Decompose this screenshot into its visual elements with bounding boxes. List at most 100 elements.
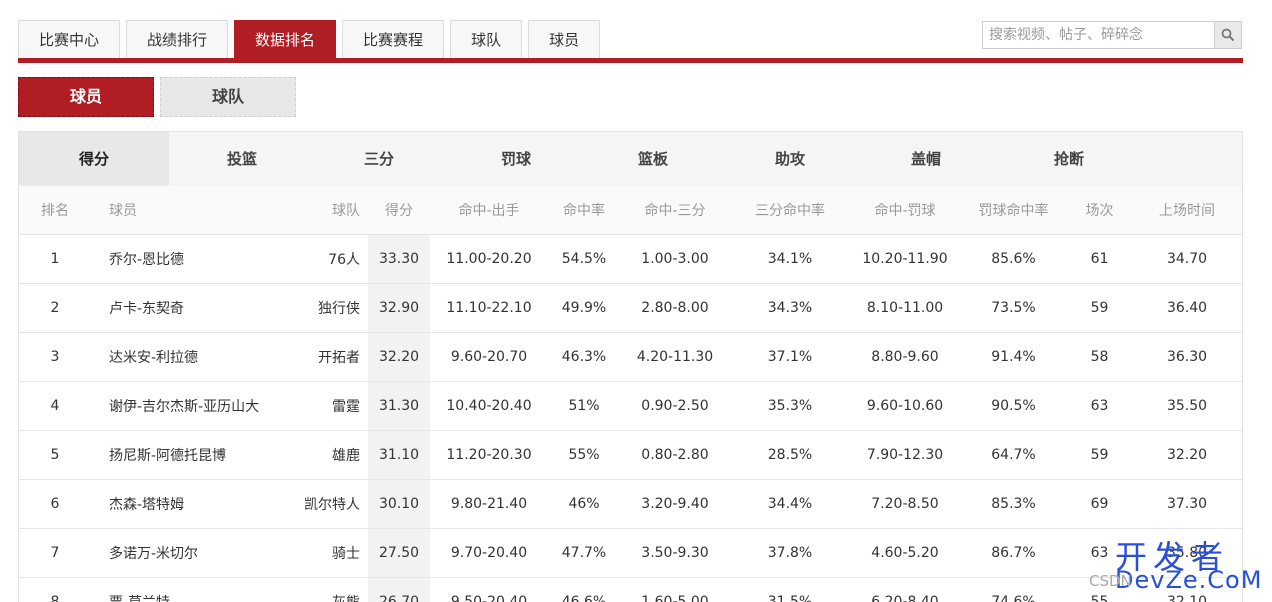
cell-three-pct: 34.1% bbox=[730, 234, 850, 284]
cell-games: 69 bbox=[1067, 479, 1132, 529]
cell-player[interactable]: 乔尔-恩比德 bbox=[91, 234, 286, 284]
cell-team: 骑士 bbox=[286, 528, 368, 578]
category-tab-rebounds[interactable]: 篮板 bbox=[589, 132, 717, 186]
cell-rank: 8 bbox=[19, 577, 91, 602]
cell-minutes: 32.10 bbox=[1132, 577, 1242, 602]
cell-three: 1.00-3.00 bbox=[620, 234, 730, 284]
table-row[interactable]: 8贾-莫兰特灰熊26.709.50-20.4046.6%1.60-5.0031.… bbox=[19, 577, 1242, 602]
search-box bbox=[982, 21, 1242, 49]
sub-tabs: 球员 球队 bbox=[18, 77, 296, 117]
table-row[interactable]: 6 杰森-塔特姆 凯尔特人 30.10 9.80-21.40 46% 3.20-9.40 34… bbox=[19, 479, 1242, 529]
search-input[interactable] bbox=[983, 22, 1214, 48]
header-ft-pct[interactable]: 罚球命中率 bbox=[960, 186, 1067, 235]
tab-schedule[interactable]: 比赛赛程 bbox=[342, 20, 445, 58]
table-row[interactable]: 5 扬尼斯-阿德托昆博 雄鹿 31.10 11.20-20.30 55% 0.80-2.80… bbox=[19, 430, 1242, 480]
table-row[interactable]: 7 多诺万-米切尔 骑士 27.50 9.70-20.40 47.7% 3.50-9.30 3… bbox=[19, 528, 1242, 578]
table-body: 1 乔尔-恩比德 76人 33.30 11.00-20.20 54.5% 1.00-3.00… bbox=[19, 234, 1242, 602]
header-3p-pct[interactable]: 三分命中率 bbox=[730, 186, 850, 235]
cell-player[interactable]: 卢卡-东契奇 bbox=[91, 283, 286, 333]
cell-points: 30.10 bbox=[368, 479, 430, 529]
cell-minutes: 34.70 bbox=[1132, 234, 1242, 284]
cell-ft-pct: 73.5% bbox=[960, 283, 1067, 333]
cell-ft-pct: 85.3% bbox=[960, 479, 1067, 529]
table-row[interactable]: 3 达米安-利拉德 开拓者 32.20 9.60-20.70 46.3% 4.20-11.3… bbox=[19, 332, 1242, 382]
cell-ft: 8.10-11.00 bbox=[850, 283, 960, 333]
cell-points: 31.30 bbox=[368, 381, 430, 431]
category-tab-steals[interactable]: 抢断 bbox=[989, 132, 1149, 186]
tab-stats-ranking[interactable]: 数据排名 bbox=[234, 20, 337, 58]
stats-table: 排名 球员 球队 得分 命中-出手 命中率 命中-三分 三分命中率 命中-罚球 … bbox=[19, 186, 1242, 602]
cell-three-pct: 28.5% bbox=[730, 430, 850, 480]
cell-fg: 10.40-20.40 bbox=[430, 381, 548, 431]
cell-ft-pct: 74.6% bbox=[960, 577, 1067, 602]
cell-games: 58 bbox=[1067, 332, 1132, 382]
category-tab-points[interactable]: 得分 bbox=[19, 132, 169, 186]
cell-games: 59 bbox=[1067, 283, 1132, 333]
cell-rank: 5 bbox=[19, 430, 91, 480]
cell-player[interactable]: 达米安-利拉德 bbox=[91, 332, 286, 382]
cell-ft: 6.20-8.40 bbox=[850, 577, 960, 602]
cell-points: 32.90 bbox=[368, 283, 430, 333]
tab-teams[interactable]: 球队 bbox=[450, 20, 523, 58]
header-ft-made-attempted[interactable]: 命中-罚球 bbox=[850, 186, 960, 235]
header-player[interactable]: 球员 bbox=[91, 186, 286, 235]
header-fg-made-attempted[interactable]: 命中-出手 bbox=[430, 186, 548, 235]
cell-three-pct: 37.8% bbox=[730, 528, 850, 578]
tab-standings[interactable]: 战绩排行 bbox=[126, 20, 229, 58]
cell-fg: 9.70-20.40 bbox=[430, 528, 548, 578]
header-fg-pct[interactable]: 命中率 bbox=[548, 186, 620, 235]
cell-fg: 9.60-20.70 bbox=[430, 332, 548, 382]
header-3p-made-attempted[interactable]: 命中-三分 bbox=[620, 186, 730, 235]
cell-fg: 9.50-20.40 bbox=[430, 577, 548, 602]
cell-fg-pct: 46.6% bbox=[548, 577, 620, 602]
cell-team: 灰熊 bbox=[286, 577, 368, 602]
tab-players[interactable]: 球员 bbox=[528, 20, 601, 58]
cell-three: 0.80-2.80 bbox=[620, 430, 730, 480]
cell-player[interactable]: 谢伊-吉尔杰斯-亚历山大 bbox=[91, 381, 286, 431]
search-button[interactable] bbox=[1214, 22, 1241, 48]
cell-player[interactable]: 扬尼斯-阿德托昆博 bbox=[91, 430, 286, 480]
cell-rank: 1 bbox=[19, 234, 91, 284]
cell-rank: 6 bbox=[19, 479, 91, 529]
category-tab-three-pointers[interactable]: 三分 bbox=[315, 132, 443, 186]
header-rank[interactable]: 排名 bbox=[19, 186, 91, 235]
sub-tab-players[interactable]: 球员 bbox=[18, 77, 154, 117]
cell-points: 26.70 bbox=[368, 577, 430, 602]
tab-match-center[interactable]: 比赛中心 bbox=[18, 20, 121, 58]
cell-rank: 2 bbox=[19, 283, 91, 333]
category-tab-assists[interactable]: 助攻 bbox=[717, 132, 863, 186]
cell-ft: 4.60-5.20 bbox=[850, 528, 960, 578]
table-row[interactable]: 1 乔尔-恩比德 76人 33.30 11.00-20.20 54.5% 1.00-3.00… bbox=[19, 234, 1242, 284]
cell-games: 55 bbox=[1067, 577, 1132, 602]
page: 比赛中心 战绩排行 数据排名 比赛赛程 球队 球员 球员 球队 得分 投篮 三分… bbox=[0, 0, 1272, 602]
cell-games: 63 bbox=[1067, 381, 1132, 431]
cell-three: 3.20-9.40 bbox=[620, 479, 730, 529]
header-minutes[interactable]: 上场时间 bbox=[1132, 186, 1242, 235]
cell-minutes: 35.80 bbox=[1132, 528, 1242, 578]
cell-minutes: 32.20 bbox=[1132, 430, 1242, 480]
cell-player[interactable]: 贾-莫兰特 bbox=[91, 577, 286, 602]
cell-three-pct: 35.3% bbox=[730, 381, 850, 431]
category-tabs: 得分 投篮 三分 罚球 篮板 助攻 盖帽 抢断 bbox=[19, 132, 1242, 186]
category-tab-free-throws[interactable]: 罚球 bbox=[443, 132, 589, 186]
header-games[interactable]: 场次 bbox=[1067, 186, 1132, 235]
cell-games: 63 bbox=[1067, 528, 1132, 578]
header-team[interactable]: 球队 bbox=[286, 186, 368, 235]
table-row[interactable]: 2 卢卡-东契奇 独行侠 32.90 11.10-22.10 49.9% 2.80-8.00… bbox=[19, 283, 1242, 333]
cell-minutes: 35.50 bbox=[1132, 381, 1242, 431]
cell-three: 3.50-9.30 bbox=[620, 528, 730, 578]
cell-fg-pct: 54.5% bbox=[548, 234, 620, 284]
cell-rank: 7 bbox=[19, 528, 91, 578]
sub-tab-teams[interactable]: 球队 bbox=[160, 77, 296, 117]
search-icon bbox=[1221, 28, 1235, 42]
cell-player[interactable]: 多诺万-米切尔 bbox=[91, 528, 286, 578]
table-row[interactable]: 4 谢伊-吉尔杰斯-亚历山大 雷霆 31.30 10.40-20.40 51% 0.90-2… bbox=[19, 381, 1242, 431]
cell-team: 雷霆 bbox=[286, 381, 368, 431]
top-tabs: 比赛中心 战绩排行 数据排名 比赛赛程 球队 球员 bbox=[18, 20, 601, 58]
category-tab-field-goals[interactable]: 投篮 bbox=[169, 132, 315, 186]
cell-games: 61 bbox=[1067, 234, 1132, 284]
category-tab-blocks[interactable]: 盖帽 bbox=[863, 132, 989, 186]
cell-player[interactable]: 杰森-塔特姆 bbox=[91, 479, 286, 529]
header-points[interactable]: 得分 bbox=[368, 186, 430, 235]
cell-fg-pct: 55% bbox=[548, 430, 620, 480]
